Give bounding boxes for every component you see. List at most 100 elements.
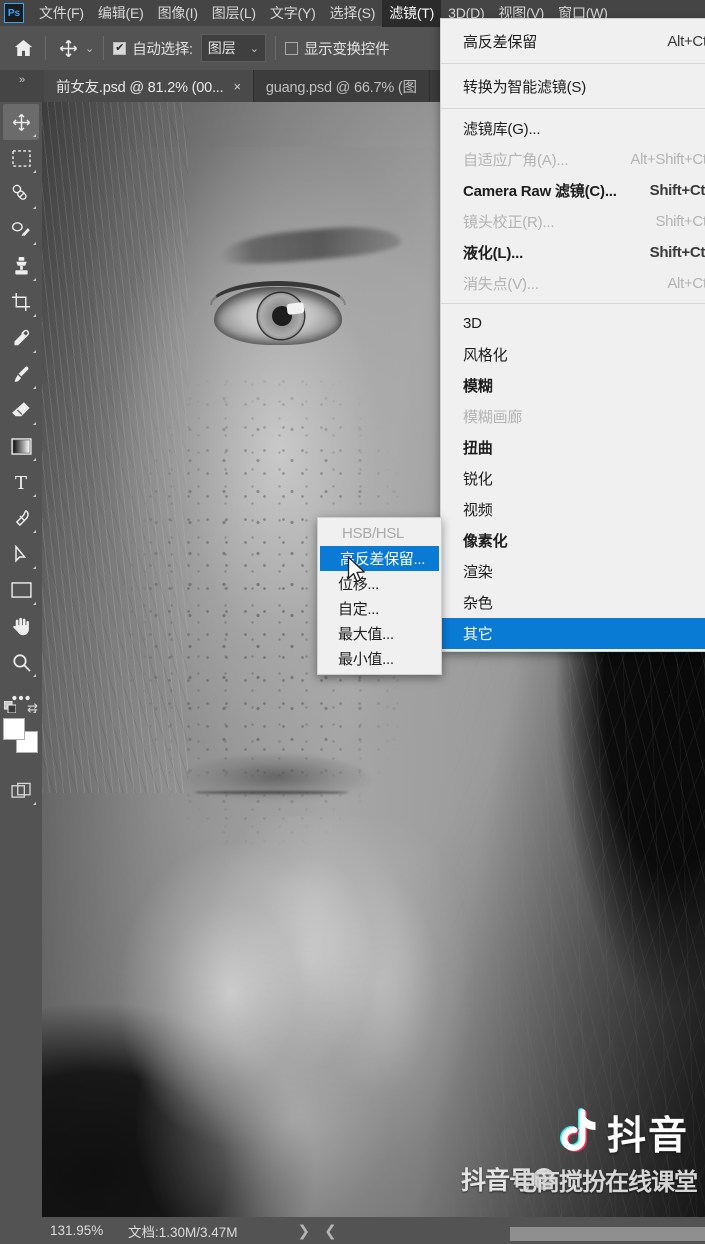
move-tool-icon[interactable] — [55, 35, 81, 61]
document-tab-1[interactable]: 前女友.psd @ 81.2% (00... × — [44, 70, 254, 102]
menu-separator-1 — [441, 63, 705, 64]
menu-item-shortcut: Shift+Ctrl+ — [649, 182, 705, 199]
menu-item-other[interactable]: 其它 — [441, 618, 705, 649]
document-tab-2-title: guang.psd @ 66.7% (图 — [265, 79, 417, 96]
menu-item-filter-gallery[interactable]: 滤镜库(G)... — [441, 113, 705, 144]
submenu-item-label: 高反差保留... — [340, 551, 426, 568]
menu-item-label: Camera Raw 滤镜(C)... — [463, 183, 617, 200]
menu-item-blur[interactable]: 模糊 — [441, 370, 705, 401]
menu-item-convert-smart-filters[interactable]: 转换为智能滤镜(S) — [441, 68, 705, 104]
menu-item-label: 自适应广角(A)... — [463, 152, 569, 169]
submenu-item-high-pass[interactable]: 高反差保留... — [320, 546, 439, 571]
douyin-label: 抖音 — [606, 1115, 689, 1158]
douyin-watermark: 抖音 — [551, 1105, 689, 1161]
menu-item-label: 3D — [463, 315, 482, 332]
default-colors-icon[interactable] — [4, 701, 16, 713]
quick-mask-icon[interactable] — [3, 772, 39, 808]
menu-item-label: 液化(L)... — [463, 245, 524, 262]
status-bar: 131.95% 文档:1.30M/3.47M ❯ ❮ — [0, 1217, 705, 1244]
lasso-tool[interactable] — [3, 212, 39, 248]
eraser-tool[interactable] — [3, 392, 39, 428]
menu-item-label: 其它 — [463, 626, 493, 643]
menu-item-3d[interactable]: 3D — [441, 308, 705, 339]
type-tool[interactable]: T — [3, 464, 39, 500]
menu-item-high-pass-repeat[interactable]: 高反差保留 Alt+Ctrl+ — [441, 23, 705, 59]
menu-item-label: 渲染 — [463, 564, 493, 581]
hand-tool[interactable] — [3, 608, 39, 644]
menu-file[interactable]: 文件(F) — [32, 0, 91, 27]
course-watermark-text: 电商搅扮在线课堂 — [513, 1168, 698, 1196]
document-tab-2[interactable]: guang.psd @ 66.7% (图 — [253, 70, 430, 102]
home-icon[interactable] — [10, 35, 36, 61]
menu-item-sharpen[interactable]: 锐化 — [441, 463, 705, 494]
path-selection-tool[interactable] — [3, 536, 39, 572]
submenu-item-offset[interactable]: 位移... — [318, 571, 441, 596]
foreground-color-swatch[interactable] — [3, 718, 25, 740]
auto-select-checkbox[interactable]: ✔ — [113, 41, 127, 55]
rectangle-tool[interactable] — [3, 572, 39, 608]
svg-text:T: T — [15, 473, 27, 492]
move-tool-preset-chevron-down-icon[interactable]: ⌄ — [85, 42, 94, 55]
expand-panels-icon[interactable]: » — [0, 70, 44, 102]
other-filters-submenu[interactable]: HSB/HSL 高反差保留... 位移... 自定... 最大值... 最小值.… — [317, 517, 442, 675]
menu-item-shortcut: Alt+Ctrl+ — [667, 32, 705, 50]
rectangular-marquee-tool[interactable] — [3, 140, 39, 176]
prev-arrow-icon[interactable]: ❮ — [324, 1222, 337, 1240]
menu-item-label: 锐化 — [463, 471, 493, 488]
menu-item-lens-correction: 镜头校正(R)... Shift+Ctrl+ — [441, 206, 705, 237]
menu-item-adaptive-wide-angle: 自适应广角(A)... Alt+Shift+Ctrl+ — [441, 144, 705, 175]
brush-tool[interactable] — [3, 356, 39, 392]
auto-select-label: 自动选择: — [132, 41, 193, 58]
submenu-item-label: 最大值... — [338, 626, 394, 643]
crop-tool[interactable] — [3, 284, 39, 320]
show-transform-controls-checkbox[interactable]: ✔ — [284, 41, 298, 55]
menu-item-label: 扭曲 — [463, 440, 493, 457]
auto-select-scope-dropdown[interactable]: 图层 ⌄ — [200, 34, 266, 62]
zoom-level[interactable]: 131.95% — [42, 1223, 128, 1238]
menu-item-shortcut: Shift+Ctrl+ — [649, 244, 705, 261]
swap-colors-icon[interactable]: ⇄ — [27, 700, 38, 716]
submenu-item-custom[interactable]: 自定... — [318, 596, 441, 621]
menu-item-noise[interactable]: 杂色 — [441, 587, 705, 618]
menu-edit[interactable]: 编辑(E) — [91, 0, 151, 27]
menu-separator-2 — [441, 108, 705, 109]
menu-item-stylize[interactable]: 风格化 — [441, 339, 705, 370]
menu-item-label: 滤镜库(G)... — [463, 121, 541, 138]
submenu-item-maximum[interactable]: 最大值... — [318, 621, 441, 646]
next-arrow-icon[interactable]: ❯ — [298, 1222, 311, 1240]
status-bar-arrows[interactable]: ❯ ❮ — [298, 1222, 337, 1240]
chevron-down-icon[interactable]: ⌄ — [250, 42, 259, 55]
menu-item-video[interactable]: 视频 — [441, 494, 705, 525]
spot-healing-brush-tool[interactable] — [3, 176, 39, 212]
menu-filter[interactable]: 滤镜(T) — [382, 0, 442, 27]
menu-item-render[interactable]: 渲染 — [441, 556, 705, 587]
menu-image[interactable]: 图像(I) — [151, 0, 205, 27]
filter-menu-dropdown[interactable]: 高反差保留 Alt+Ctrl+ 转换为智能滤镜(S) 滤镜库(G)... 自适应… — [440, 18, 705, 652]
menu-select[interactable]: 选择(S) — [323, 0, 383, 27]
color-swatches[interactable]: ⇄ — [3, 700, 39, 758]
menu-type[interactable]: 文字(Y) — [263, 0, 323, 27]
clone-stamp-tool[interactable] — [3, 248, 39, 284]
menu-item-camera-raw-filter[interactable]: Camera Raw 滤镜(C)... Shift+Ctrl+ — [441, 175, 705, 206]
zoom-tool[interactable] — [3, 644, 39, 680]
show-transform-controls-label: 显示变换控件 — [303, 41, 390, 58]
menu-item-shortcut: Alt+Ctrl+ — [667, 275, 705, 292]
menu-item-shortcut: Shift+Ctrl+ — [655, 213, 705, 230]
status-bar-left-pad — [0, 1217, 42, 1244]
menu-layer[interactable]: 图层(L) — [205, 0, 263, 27]
pen-tool[interactable] — [3, 500, 39, 536]
document-size-info: 文档:1.30M/3.47M — [128, 1224, 238, 1240]
move-tool[interactable] — [3, 104, 39, 140]
eyedropper-tool[interactable] — [3, 320, 39, 356]
menu-item-label: 镜头校正(R)... — [463, 214, 555, 231]
close-icon[interactable]: × — [233, 79, 241, 94]
horizontal-scrollbar[interactable] — [510, 1227, 705, 1241]
menu-item-distort[interactable]: 扭曲 — [441, 432, 705, 463]
tools-panel[interactable]: T ⇄ — [0, 102, 42, 1217]
submenu-item-label: 最小值... — [338, 651, 394, 668]
menu-item-liquify[interactable]: 液化(L)... Shift+Ctrl+ — [441, 237, 705, 268]
menu-item-pixelate[interactable]: 像素化 — [441, 525, 705, 556]
submenu-item-minimum[interactable]: 最小值... — [318, 646, 441, 671]
menu-item-label: 高反差保留 — [463, 33, 538, 51]
gradient-tool[interactable] — [3, 428, 39, 464]
